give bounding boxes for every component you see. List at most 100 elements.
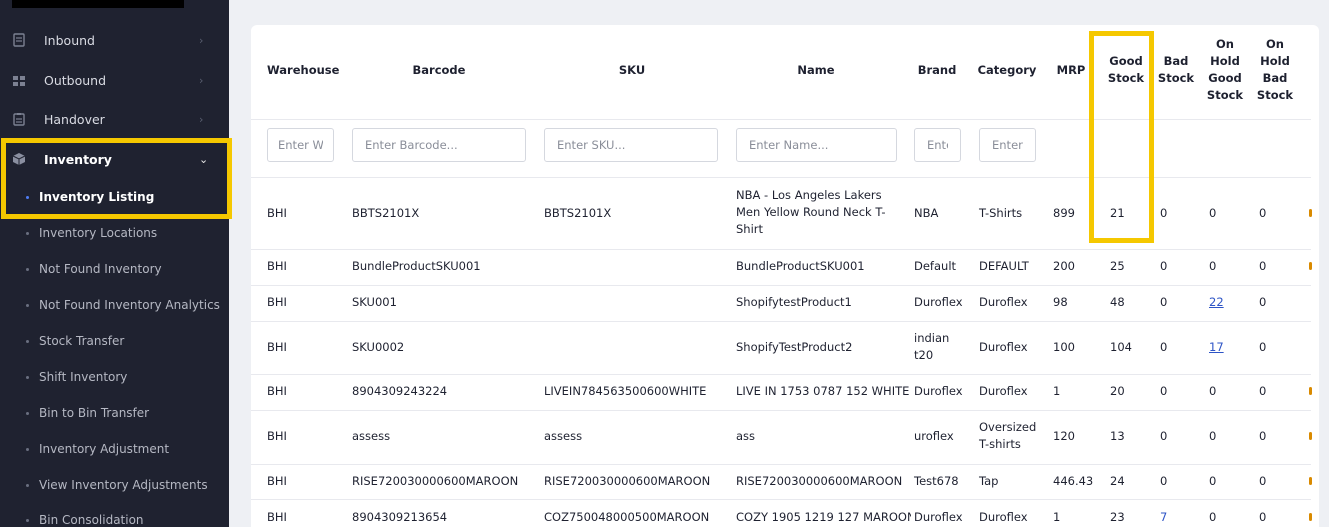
header-warehouse[interactable]: Warehouse [267, 62, 339, 79]
cell-mrp: 1 [1053, 384, 1061, 398]
cell-barcode: SKU0002 [352, 340, 405, 354]
cell-sku: LIVEIN784563500600WHITE [544, 384, 707, 398]
sidebar-subitem-label: Bin to Bin Transfer [39, 406, 150, 420]
sku-filter-input[interactable] [544, 128, 718, 162]
cell-good-stock: 13 [1110, 429, 1125, 443]
inventory-highlight-box [1, 138, 232, 219]
cell-barcode: 8904309213654 [352, 510, 448, 524]
cell-on-hold-good: 0 [1209, 429, 1217, 443]
name-filter-input[interactable] [736, 128, 897, 162]
sidebar-subitem-label: Inventory Adjustment [39, 442, 170, 456]
sidebar-logo-bar [12, 0, 184, 8]
row-edge-indicator [1309, 477, 1312, 485]
cell-on-hold-good: 0 [1209, 474, 1217, 488]
cell-brand: Duroflex [914, 510, 963, 524]
cell-brand: indian t20 [914, 331, 950, 362]
cell-category: Duroflex [979, 510, 1028, 524]
sidebar-subitem-view-adjustments[interactable]: View Inventory Adjustments [0, 467, 229, 503]
divider [251, 374, 1311, 375]
cell-bad-stock: 0 [1160, 384, 1168, 398]
header-sku[interactable]: SKU [584, 62, 680, 79]
chevron-right-icon: › [199, 112, 204, 126]
cell-name: ShopifytestProduct1 [736, 295, 852, 309]
document-icon [12, 33, 26, 47]
sidebar-item-inbound[interactable]: Inbound › [0, 22, 229, 58]
sidebar-subitem-shift-inventory[interactable]: Shift Inventory [0, 359, 229, 395]
header-name[interactable]: Name [768, 62, 864, 79]
barcode-filter-input[interactable] [352, 128, 526, 162]
sidebar-subitem-not-found-inventory[interactable]: Not Found Inventory [0, 251, 229, 287]
bullet-icon [26, 375, 29, 379]
on-hold-good-link[interactable]: 22 [1209, 294, 1224, 311]
cell-bad-stock: 0 [1160, 429, 1168, 443]
header-barcode[interactable]: Barcode [391, 62, 487, 79]
cell-on-hold-bad: 0 [1259, 510, 1267, 524]
cell-name: NBA - Los Angeles Lakers Men Yellow Roun… [736, 188, 886, 236]
sidebar-subitem-stock-transfer[interactable]: Stock Transfer [0, 323, 229, 359]
header-category[interactable]: Category [975, 62, 1039, 79]
cell-good-stock: 23 [1110, 510, 1125, 524]
bullet-icon [26, 483, 29, 487]
bullet-icon [26, 303, 29, 307]
header-bad-stock[interactable]: Bad Stock [1154, 53, 1198, 87]
sidebar-subitem-label: Stock Transfer [39, 334, 125, 348]
cell-on-hold-good: 0 [1209, 206, 1217, 220]
cell-bad-stock: 7 [1160, 510, 1168, 524]
cell-mrp: 98 [1053, 295, 1068, 309]
cell-category: Duroflex [979, 340, 1028, 354]
cell-on-hold-bad: 0 [1259, 340, 1267, 354]
cell-on-hold-bad: 0 [1259, 474, 1267, 488]
on-hold-good-link[interactable]: 17 [1209, 339, 1224, 356]
cell-good-stock: 25 [1110, 259, 1125, 273]
cell-sku: RISE720030000600MAROON [544, 474, 711, 488]
cell-bad-stock: 0 [1160, 340, 1168, 354]
sidebar-subitem-bin-consolidation[interactable]: Bin Consolidation [0, 502, 229, 527]
sidebar-item-handover[interactable]: Handover › [0, 101, 229, 137]
sidebar-item-outbound[interactable]: Outbound › [0, 62, 229, 98]
sidebar-item-label: Inbound [44, 32, 95, 48]
cell-brand: NBA [914, 206, 939, 220]
cell-sku: assess [544, 429, 583, 443]
warehouse-filter-input[interactable] [267, 128, 334, 162]
sidebar-subitem-not-found-analytics[interactable]: Not Found Inventory Analytics [0, 287, 229, 323]
inventory-table-card: Warehouse Barcode SKU Name Brand Categor… [251, 25, 1319, 527]
cell-on-hold-bad: 0 [1259, 384, 1267, 398]
cell-warehouse: BHI [267, 340, 287, 354]
category-filter-input[interactable] [979, 128, 1036, 162]
row-edge-indicator [1309, 387, 1312, 395]
sidebar-subitem-inventory-locations[interactable]: Inventory Locations [0, 215, 229, 251]
cell-good-stock: 104 [1110, 340, 1132, 354]
cell-warehouse: BHI [267, 510, 287, 524]
sidebar-subitem-inventory-adjustment[interactable]: Inventory Adjustment [0, 431, 229, 467]
cell-bad-stock: 0 [1160, 206, 1168, 220]
chevron-right-icon: › [199, 73, 204, 87]
cell-warehouse: BHI [267, 429, 287, 443]
header-on-hold-good[interactable]: On Hold Good Stock [1201, 36, 1249, 104]
cell-category: Duroflex [979, 295, 1028, 309]
cell-brand: Duroflex [914, 384, 963, 398]
header-mrp[interactable]: MRP [1056, 62, 1086, 79]
cell-mrp: 100 [1053, 340, 1075, 354]
header-brand[interactable]: Brand [915, 62, 959, 79]
cell-warehouse: BHI [267, 259, 287, 273]
cell-category: Oversized T-shirts [979, 420, 1037, 451]
row-edge-indicator [1309, 513, 1312, 521]
sidebar-subitem-label: Shift Inventory [39, 370, 128, 384]
cell-mrp: 899 [1053, 206, 1075, 220]
sidebar-subitem-label: Not Found Inventory Analytics [39, 298, 220, 312]
cell-name: BundleProductSKU001 [736, 259, 865, 273]
cell-barcode: 8904309243224 [352, 384, 448, 398]
cell-brand: Default [914, 259, 957, 273]
cell-on-hold-bad: 0 [1259, 429, 1267, 443]
cell-category: DEFAULT [979, 259, 1029, 273]
cell-mrp: 1 [1053, 510, 1061, 524]
sidebar-subitem-bin-to-bin[interactable]: Bin to Bin Transfer [0, 395, 229, 431]
cell-brand: uroflex [914, 429, 954, 443]
cell-on-hold-good: 0 [1209, 259, 1217, 273]
brand-filter-input[interactable] [914, 128, 961, 162]
cell-warehouse: BHI [267, 295, 287, 309]
row-edge-indicator [1309, 209, 1312, 217]
cell-warehouse: BHI [267, 206, 287, 220]
sidebar-subitem-label: Inventory Locations [39, 226, 158, 240]
header-on-hold-bad[interactable]: On Hold Bad Stock [1251, 36, 1299, 104]
